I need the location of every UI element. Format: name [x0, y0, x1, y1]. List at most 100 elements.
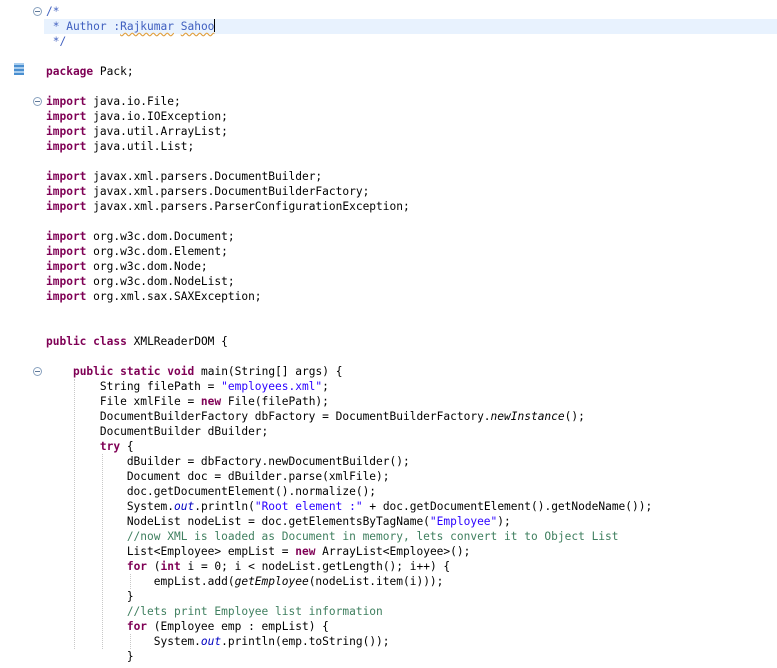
code-token: "Employee": [429, 515, 498, 528]
code-token: Rajkumar: [120, 20, 174, 33]
code-token: org.w3c.dom.NodeList;: [86, 275, 235, 288]
code-line[interactable]: import org.w3c.dom.Node;: [46, 259, 208, 274]
code-line[interactable]: Document doc = dBuilder.parse(xmlFile);: [46, 469, 390, 484]
code-token: DocumentBuilder dBuilder;: [46, 425, 269, 438]
code-line[interactable]: DocumentBuilder dBuilder;: [46, 424, 268, 439]
code-line[interactable]: public static void main(String[] args) {: [46, 364, 342, 379]
code-token: for: [126, 620, 148, 633]
code-line[interactable]: //lets print Employee list information: [46, 604, 383, 619]
code-token: /*: [46, 5, 60, 18]
code-token: Document doc = dBuilder.parse(xmlFile);: [46, 470, 390, 483]
code-token: import: [46, 185, 87, 198]
code-line[interactable]: }: [46, 649, 134, 664]
code-line[interactable]: for (int i = 0; i < nodeList.getLength()…: [46, 559, 450, 574]
code-line[interactable]: System.out.println("Root element :" + do…: [46, 499, 652, 514]
code-token: //lets print Employee list information: [46, 605, 383, 618]
code-token: */: [46, 35, 67, 48]
code-token: new: [295, 545, 316, 558]
code-token: main(String[] args) {: [194, 365, 343, 378]
code-token: import: [46, 230, 87, 243]
code-editor[interactable]: /* * Author :Rajkumar Sahoo */ package Pa…: [0, 0, 777, 668]
code-token: java.util.List;: [86, 140, 195, 153]
code-line[interactable]: import javax.xml.parsers.DocumentBuilder…: [46, 169, 322, 184]
code-token: import: [46, 290, 87, 303]
code-token: for: [126, 560, 148, 573]
code-area[interactable]: /* * Author :Rajkumar Sahoo */ package Pa…: [0, 0, 777, 668]
code-token: + doc.getDocumentElement().getNodeName()…: [362, 500, 653, 513]
code-token: import: [46, 245, 87, 258]
code-token: doc.getDocumentElement().normalize();: [46, 485, 377, 498]
code-line[interactable]: import java.util.List;: [46, 139, 194, 154]
code-line[interactable]: NodeList nodeList = doc.getElementsByTag…: [46, 514, 511, 529]
code-line[interactable]: File xmlFile = new File(filePath);: [46, 394, 329, 409]
code-token: //now XML is loaded as Document in memor…: [46, 530, 619, 543]
code-line[interactable]: import java.util.ArrayList;: [46, 124, 228, 139]
code-token: ();: [564, 410, 585, 423]
text-caret: [214, 19, 216, 32]
code-token: }: [46, 590, 134, 603]
code-line[interactable]: package Pack;: [46, 64, 134, 79]
code-line[interactable]: import java.io.IOException;: [46, 109, 228, 124]
code-line[interactable]: */: [46, 34, 66, 49]
code-token: public: [72, 365, 114, 378]
code-token: System.: [46, 635, 201, 648]
code-token: "employees.xml": [221, 380, 323, 393]
code-line[interactable]: import java.io.File;: [46, 94, 181, 109]
code-line[interactable]: }: [46, 589, 134, 604]
code-token: import: [46, 125, 87, 138]
indent-guide: [74, 379, 76, 649]
code-token: .println(: [194, 500, 255, 513]
code-token: File xmlFile =: [46, 395, 201, 408]
code-token: javax.xml.parsers.ParserConfigurationExc…: [86, 200, 410, 213]
code-token: * Author :: [46, 20, 121, 33]
code-line[interactable]: import javax.xml.parsers.ParserConfigura…: [46, 199, 410, 214]
code-line[interactable]: try {: [46, 439, 134, 454]
code-token: org.w3c.dom.Element;: [86, 245, 228, 258]
code-token: javax.xml.parsers.DocumentBuilderFactory…: [86, 185, 370, 198]
code-token: File(filePath);: [221, 395, 329, 408]
code-token: java.io.IOException;: [86, 110, 228, 123]
code-line[interactable]: import javax.xml.parsers.DocumentBuilder…: [46, 184, 369, 199]
code-token: java.io.File;: [86, 95, 181, 108]
indent-guide: [102, 454, 104, 649]
code-token: (: [147, 560, 161, 573]
indent-guide: [130, 574, 132, 589]
code-line[interactable]: System.out.println(emp.toString());: [46, 634, 390, 649]
code-line[interactable]: empList.add(getEmployee(nodeList.item(i)…: [46, 574, 444, 589]
code-line[interactable]: * Author :Rajkumar Sahoo: [44, 19, 777, 34]
code-line[interactable]: /*: [46, 4, 59, 19]
code-token: class: [93, 335, 127, 348]
code-line[interactable]: doc.getDocumentElement().normalize();: [46, 484, 376, 499]
code-token: import: [46, 200, 87, 213]
code-token: import: [46, 275, 87, 288]
code-token: Sahoo: [180, 20, 215, 33]
code-token: import: [46, 170, 87, 183]
code-token: new: [200, 395, 222, 408]
code-line[interactable]: import org.w3c.dom.Document;: [46, 229, 235, 244]
code-token: }: [46, 650, 134, 663]
code-line[interactable]: import org.xml.sax.SAXException;: [46, 289, 262, 304]
code-line[interactable]: public class XMLReaderDOM {: [46, 334, 228, 349]
code-token: dBuilder = dbFactory.newDocumentBuilder(…: [46, 455, 410, 468]
code-token: System.: [46, 500, 174, 513]
code-token: .println(emp.toString());: [221, 635, 390, 648]
code-line[interactable]: //now XML is loaded as Document in memor…: [46, 529, 619, 544]
code-token: String filePath =: [46, 380, 222, 393]
code-token: try: [99, 440, 121, 453]
code-token: newInstance: [490, 410, 565, 423]
code-line[interactable]: dBuilder = dbFactory.newDocumentBuilder(…: [46, 454, 410, 469]
code-line[interactable]: DocumentBuilderFactory dbFactory = Docum…: [46, 409, 585, 424]
code-line[interactable]: for (Employee emp : empList) {: [46, 619, 329, 634]
code-token: (Employee emp : empList) {: [147, 620, 329, 633]
code-line[interactable]: import org.w3c.dom.Element;: [46, 244, 228, 259]
code-line[interactable]: import org.w3c.dom.NodeList;: [46, 274, 235, 289]
code-token: out: [173, 500, 195, 513]
code-token: javax.xml.parsers.DocumentBuilder;: [86, 170, 323, 183]
code-line[interactable]: List<Employee> empList = new ArrayList<E…: [46, 544, 471, 559]
code-token: void: [167, 365, 195, 378]
code-line[interactable]: String filePath = "employees.xml";: [46, 379, 329, 394]
code-token: ;: [322, 380, 329, 393]
code-token: "Root element :": [254, 500, 363, 513]
